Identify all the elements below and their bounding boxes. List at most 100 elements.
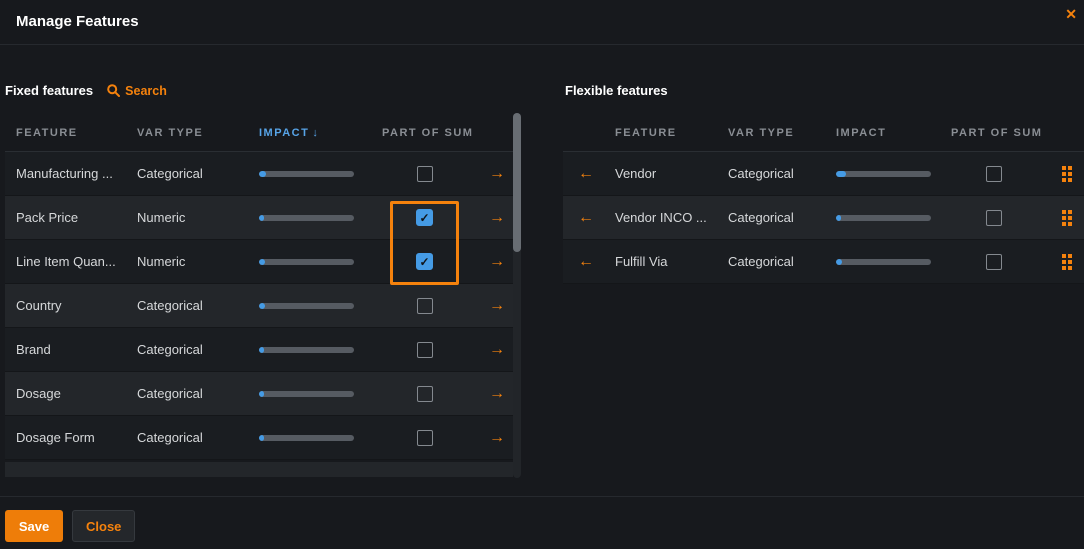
part-of-sum-checkbox[interactable] [417, 166, 433, 182]
table-row: ← Fulfill ViaCategorical [563, 240, 1084, 284]
column-header-var-type[interactable]: VAR TYPE [728, 127, 836, 139]
move-to-flexible-icon[interactable]: → [489, 342, 505, 358]
impact-bar [259, 171, 354, 177]
table-row: DosageCategorical → [5, 372, 513, 416]
feature-name: Line Item Quan... [5, 254, 137, 269]
drag-handle-icon[interactable] [1062, 210, 1072, 226]
impact-bar [836, 171, 931, 177]
column-header-feature[interactable]: FEATURE [5, 127, 137, 139]
var-type: Numeric [137, 210, 259, 225]
move-to-flexible-icon[interactable]: → [489, 298, 505, 314]
part-of-sum-checkbox[interactable] [417, 298, 433, 314]
impact-bar [259, 215, 354, 221]
part-of-sum-checkbox[interactable]: ✓ [416, 209, 433, 226]
column-header-var-type[interactable]: VAR TYPE [137, 127, 259, 139]
table-row: CountryCategorical → [5, 284, 513, 328]
drag-handle-icon[interactable] [1062, 254, 1072, 270]
table-row: ← Vendor INCO ...Categorical [563, 196, 1084, 240]
var-type: Categorical [137, 298, 259, 313]
move-to-flexible-icon[interactable]: → [489, 166, 505, 182]
flexible-table-header: FEATURE VAR TYPE IMPACT PART OF SUM [563, 115, 1084, 152]
var-type: Categorical [728, 210, 836, 225]
move-to-fixed-icon[interactable]: ← [578, 210, 594, 226]
empty-row [5, 462, 513, 477]
impact-bar [836, 259, 931, 265]
impact-bar-fill [836, 171, 846, 177]
var-type: Categorical [137, 342, 259, 357]
impact-bar [259, 347, 354, 353]
feature-name: Vendor INCO ... [613, 210, 728, 225]
search-icon [107, 84, 120, 97]
feature-name: Dosage Form [5, 430, 137, 445]
fixed-features-title: Fixed features [5, 83, 93, 98]
impact-bar-fill [259, 171, 266, 177]
sort-descending-icon: ↓ [312, 127, 319, 139]
move-to-flexible-icon[interactable]: → [489, 210, 505, 226]
move-to-fixed-icon[interactable]: ← [578, 254, 594, 270]
impact-bar-fill [259, 303, 265, 309]
var-type: Categorical [137, 166, 259, 181]
column-header-part-of-sum[interactable]: PART OF SUM [382, 127, 467, 139]
move-to-flexible-icon[interactable]: → [489, 386, 505, 402]
column-header-impact[interactable]: IMPACT [836, 127, 951, 139]
impact-bar-fill [259, 259, 265, 265]
table-row: ← VendorCategorical [563, 152, 1084, 196]
dialog-footer: Save Close [0, 496, 1084, 549]
part-of-sum-checkbox[interactable] [986, 254, 1002, 270]
feature-name: Fulfill Via [613, 254, 728, 269]
impact-bar-fill [259, 435, 264, 441]
impact-bar [836, 215, 931, 221]
dialog-titlebar: Manage Features ✕ [0, 0, 1084, 45]
scrollbar-thumb[interactable] [513, 113, 521, 252]
column-header-feature[interactable]: FEATURE [613, 127, 728, 139]
move-to-flexible-icon[interactable]: → [489, 430, 505, 446]
flexible-features-title: Flexible features [565, 83, 668, 98]
part-of-sum-checkbox[interactable] [417, 342, 433, 358]
move-to-flexible-icon[interactable]: → [489, 254, 505, 270]
fixed-table-header: FEATURE VAR TYPE IMPACT↓ PART OF SUM [5, 115, 513, 152]
var-type: Numeric [137, 254, 259, 269]
impact-bar [259, 435, 354, 441]
feature-name: Brand [5, 342, 137, 357]
table-row: Pack PriceNumeric ✓ → [5, 196, 513, 240]
feature-name: Pack Price [5, 210, 137, 225]
part-of-sum-checkbox[interactable]: ✓ [416, 253, 433, 270]
page-title: Manage Features [16, 13, 139, 30]
part-of-sum-checkbox[interactable] [417, 430, 433, 446]
feature-name: Dosage [5, 386, 137, 401]
fixed-table-body: Manufacturing ...Categorical→Pack PriceN… [5, 152, 513, 460]
impact-bar-fill [836, 259, 842, 265]
impact-bar [259, 391, 354, 397]
feature-name: Manufacturing ... [5, 166, 137, 181]
close-button[interactable]: Close [72, 510, 135, 542]
column-header-part-of-sum[interactable]: PART OF SUM [951, 127, 1036, 139]
part-of-sum-checkbox[interactable] [417, 386, 433, 402]
var-type: Categorical [137, 386, 259, 401]
flexible-features-panel: Flexible features FEATURE VAR TYPE IMPAC… [563, 80, 1084, 480]
close-icon[interactable]: ✕ [1065, 7, 1077, 21]
table-row: BrandCategorical → [5, 328, 513, 372]
var-type: Categorical [728, 254, 836, 269]
drag-handle-icon[interactable] [1062, 166, 1072, 182]
fixed-features-panel: Fixed features Search FEATURE VAR TYPE I… [5, 80, 521, 480]
part-of-sum-checkbox[interactable] [986, 166, 1002, 182]
var-type: Categorical [728, 166, 836, 181]
column-header-impact[interactable]: IMPACT↓ [259, 127, 382, 139]
feature-name: Country [5, 298, 137, 313]
table-row: Manufacturing ...Categorical → [5, 152, 513, 196]
save-button[interactable]: Save [5, 510, 63, 542]
impact-bar [259, 259, 354, 265]
feature-name: Vendor [613, 166, 728, 181]
impact-bar-fill [259, 215, 264, 221]
scrollbar[interactable] [513, 113, 521, 478]
impact-bar [259, 303, 354, 309]
move-to-fixed-icon[interactable]: ← [578, 166, 594, 182]
impact-bar-fill [259, 347, 264, 353]
var-type: Categorical [137, 430, 259, 445]
flexible-table-body: ←VendorCategorical←Vendor INCO ...Catego… [563, 152, 1084, 284]
part-of-sum-checkbox[interactable] [986, 210, 1002, 226]
impact-bar-fill [836, 215, 841, 221]
table-row: Line Item Quan...Numeric ✓ → [5, 240, 513, 284]
search-label: Search [125, 84, 167, 98]
search-button[interactable]: Search [107, 84, 167, 98]
